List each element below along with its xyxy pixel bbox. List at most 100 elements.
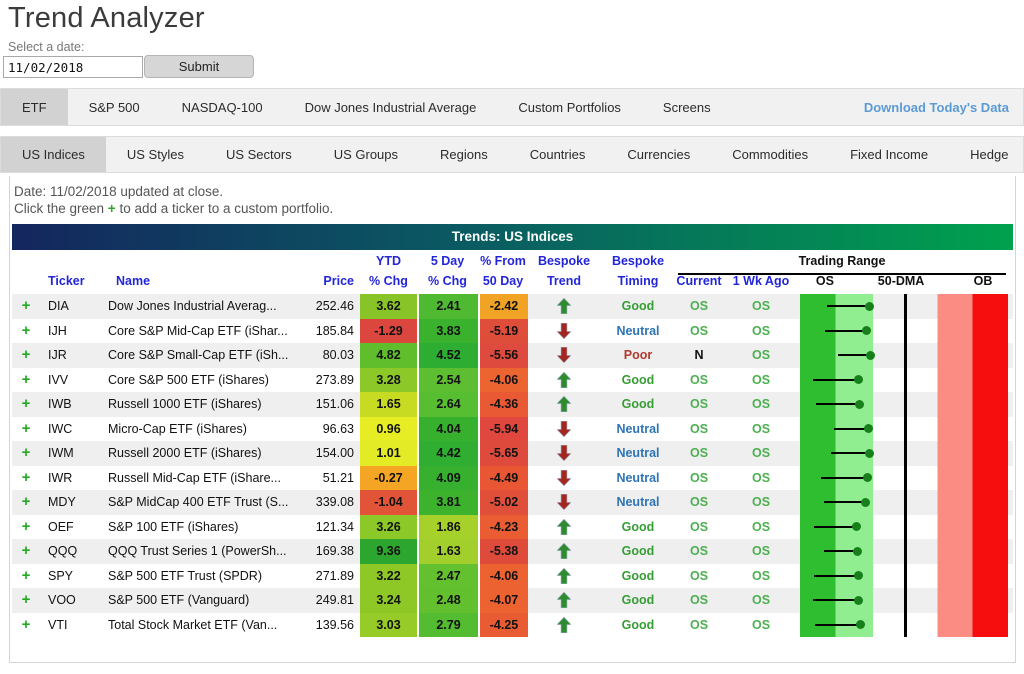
- timing-cell: Poor: [600, 343, 676, 368]
- add-ticker-button[interactable]: +: [12, 441, 40, 466]
- trading-range-cell: [800, 613, 1008, 638]
- tab-nasdaq-100[interactable]: NASDAQ-100: [161, 89, 284, 125]
- range-marker-tail: [831, 452, 869, 454]
- add-ticker-button[interactable]: +: [12, 466, 40, 491]
- ticker-cell: DIA: [40, 294, 108, 319]
- dma-line: [904, 466, 907, 491]
- timing-cell: Neutral: [600, 466, 676, 491]
- add-ticker-button[interactable]: +: [12, 564, 40, 589]
- tab-dow-jones-industrial-average[interactable]: Dow Jones Industrial Average: [284, 89, 498, 125]
- ticker-cell: IWM: [40, 441, 108, 466]
- subtab-us-sectors[interactable]: US Sectors: [205, 137, 313, 172]
- add-ticker-button[interactable]: +: [12, 515, 40, 540]
- tab-custom-portfolios[interactable]: Custom Portfolios: [497, 89, 642, 125]
- content-panel: Date: 11/02/2018 updated at close. Click…: [9, 176, 1016, 663]
- ytd-change-cell: 3.26: [360, 515, 417, 540]
- tab-s-p-500[interactable]: S&P 500: [68, 89, 161, 125]
- dma-line: [904, 368, 907, 393]
- current-status-cell: OS: [676, 417, 722, 442]
- trading-range-cell: [800, 343, 1008, 368]
- name-cell: S&P 500 ETF Trust (SPDR): [108, 564, 302, 589]
- col-name-header[interactable]: Name: [108, 271, 302, 294]
- trading-range-cell: [800, 294, 1008, 319]
- ticker-cell: MDY: [40, 490, 108, 515]
- table-title-banner: Trends: US Indices: [12, 224, 1013, 250]
- subtab-commodities[interactable]: Commodities: [711, 137, 829, 172]
- five-day-change-cell: 2.47: [417, 564, 478, 589]
- add-ticker-button[interactable]: +: [12, 294, 40, 319]
- from-50dma-cell: -4.36: [478, 392, 528, 417]
- add-ticker-button[interactable]: +: [12, 392, 40, 417]
- add-ticker-button[interactable]: +: [12, 368, 40, 393]
- range-marker-tail: [816, 403, 859, 405]
- table-row: +IWMRussell 2000 ETF (iShares)154.001.01…: [12, 441, 1013, 466]
- submit-button[interactable]: Submit: [144, 55, 254, 78]
- subtab-us-indices[interactable]: US Indices: [1, 137, 106, 172]
- range-marker-tail: [827, 305, 869, 307]
- week-ago-status-cell: OS: [722, 417, 800, 442]
- ytd-change-cell: -0.27: [360, 466, 417, 491]
- trend-up-arrow-icon: [528, 392, 600, 417]
- dma-line: [904, 490, 907, 515]
- five-day-change-cell: 4.09: [417, 466, 478, 491]
- name-cell: Russell 2000 ETF (iShares): [108, 441, 302, 466]
- date-label: Select a date:: [8, 40, 84, 54]
- range-marker-tail: [821, 477, 867, 479]
- table-row: +IJRCore S&P Small-Cap ETF (iSh...80.034…: [12, 343, 1013, 368]
- price-cell: 154.00: [302, 441, 360, 466]
- dma-line: [904, 588, 907, 613]
- five-day-change-cell: 3.81: [417, 490, 478, 515]
- trend-up-arrow-icon: [528, 613, 600, 638]
- add-ticker-button[interactable]: +: [12, 613, 40, 638]
- five-day-change-cell: 1.86: [417, 515, 478, 540]
- price-cell: 96.63: [302, 417, 360, 442]
- col-price-header[interactable]: Price: [302, 271, 360, 294]
- price-cell: 249.81: [302, 588, 360, 613]
- week-ago-status-cell: OS: [722, 515, 800, 540]
- ob-label: OB: [974, 271, 993, 292]
- add-ticker-button[interactable]: +: [12, 588, 40, 613]
- table-row: +IWBRussell 1000 ETF (iShares)151.061.65…: [12, 392, 1013, 417]
- current-status-cell: N: [676, 343, 722, 368]
- name-cell: Core S&P Mid-Cap ETF (iShar...: [108, 319, 302, 344]
- date-input[interactable]: [3, 56, 143, 78]
- ticker-cell: VOO: [40, 588, 108, 613]
- add-ticker-button[interactable]: +: [12, 343, 40, 368]
- ytd-change-cell: 1.01: [360, 441, 417, 466]
- add-ticker-button[interactable]: +: [12, 319, 40, 344]
- subtab-fixed-income[interactable]: Fixed Income: [829, 137, 949, 172]
- timing-cell: Good: [600, 392, 676, 417]
- range-marker-tail: [824, 501, 865, 503]
- timing-cell: Good: [600, 613, 676, 638]
- add-ticker-button[interactable]: +: [12, 490, 40, 515]
- table-row: +IJHCore S&P Mid-Cap ETF (iShar...185.84…: [12, 319, 1013, 344]
- download-data-link[interactable]: Download Today's Data: [850, 89, 1023, 125]
- dma-line: [904, 613, 907, 638]
- trend-up-arrow-icon: [528, 294, 600, 319]
- tab-etf[interactable]: ETF: [1, 89, 68, 125]
- range-marker-dot: [864, 424, 873, 433]
- col-current-header[interactable]: Current: [676, 271, 722, 294]
- range-marker-dot: [854, 571, 863, 580]
- timing-cell: Good: [600, 539, 676, 564]
- subtab-us-groups[interactable]: US Groups: [313, 137, 419, 172]
- subtab-countries[interactable]: Countries: [509, 137, 607, 172]
- trend-up-arrow-icon: [528, 539, 600, 564]
- range-marker-dot: [852, 522, 861, 531]
- table-header-line2: Ticker Name Price % Chg % Chg 50 Day Tre…: [12, 271, 1013, 294]
- tab-screens[interactable]: Screens: [642, 89, 732, 125]
- subtab-regions[interactable]: Regions: [419, 137, 509, 172]
- table-header-line1: YTD 5 Day % From Bespoke Bespoke Trading…: [12, 250, 1013, 271]
- name-cell: Russell Mid-Cap ETF (iShare...: [108, 466, 302, 491]
- from-50dma-cell: -5.65: [478, 441, 528, 466]
- add-ticker-button[interactable]: +: [12, 417, 40, 442]
- subtab-currencies[interactable]: Currencies: [606, 137, 711, 172]
- col-ticker-header[interactable]: Ticker: [40, 271, 108, 294]
- from-50dma-cell: -4.06: [478, 564, 528, 589]
- timing-cell: Good: [600, 294, 676, 319]
- current-status-cell: OS: [676, 466, 722, 491]
- subtab-us-styles[interactable]: US Styles: [106, 137, 205, 172]
- col-wkago-header[interactable]: 1 Wk Ago: [722, 271, 800, 294]
- subtab-hedge[interactable]: Hedge: [949, 137, 1024, 172]
- add-ticker-button[interactable]: +: [12, 539, 40, 564]
